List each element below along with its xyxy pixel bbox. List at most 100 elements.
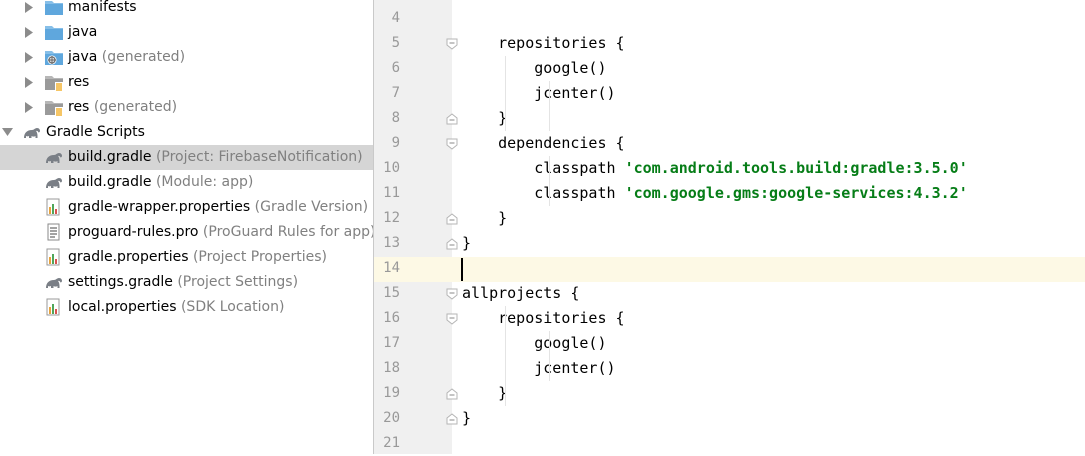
code-line[interactable]: google(): [462, 56, 606, 81]
fold-close-icon[interactable]: [446, 387, 458, 400]
tree-item-name: gradle-wrapper.properties: [68, 199, 251, 215]
fold-close-icon[interactable]: [446, 237, 458, 250]
tree-item-name: proguard-rules.pro: [68, 224, 199, 240]
gradle-icon: [44, 148, 64, 167]
line-number: 16: [383, 310, 400, 326]
tree-item-name: java: [68, 24, 98, 40]
tree-item[interactable]: gradle-wrapper.properties (Gradle Versio…: [0, 195, 373, 220]
code-line[interactable]: }: [462, 206, 507, 231]
tree-item-hint: (Project Settings): [177, 274, 299, 290]
tree-item-hint: (ProGuard Rules for app): [202, 224, 373, 240]
code-line[interactable]: jcenter(): [462, 81, 616, 106]
chevron-down-icon[interactable]: [2, 120, 14, 145]
tree-item-hint: (generated): [101, 49, 186, 65]
fold-open-icon[interactable]: [446, 287, 458, 300]
code-text: google(): [462, 334, 607, 352]
tree-item-label: local.properties (SDK Location): [68, 295, 284, 320]
fold-open-icon[interactable]: [446, 37, 458, 50]
fold-open-icon[interactable]: [446, 312, 458, 325]
code-line[interactable]: classpath 'com.android.tools.build:gradl…: [462, 156, 968, 181]
code-line[interactable]: }: [462, 381, 507, 406]
current-line-highlight: [374, 257, 1085, 282]
line-number: 10: [383, 160, 400, 176]
chevron-right-icon[interactable]: [24, 0, 36, 20]
tree-item[interactable]: build.gradle (Module: app): [0, 170, 373, 195]
chevron-right-icon[interactable]: [24, 95, 36, 120]
tree-item[interactable]: local.properties (SDK Location): [0, 295, 373, 320]
chevron-right-icon[interactable]: [24, 70, 36, 95]
text-caret: [461, 258, 463, 281]
tree-item-hint: (Module: app): [155, 174, 254, 190]
line-number: 13: [383, 235, 400, 251]
tree-item-name: res: [68, 74, 90, 90]
fold-close-icon[interactable]: [446, 412, 458, 425]
project-tree: manifests java java (generated) res res (gen…: [0, 0, 373, 454]
line-number: 12: [383, 210, 400, 226]
tree-item[interactable]: manifests: [0, 0, 373, 20]
code-text: classpath: [462, 159, 625, 177]
code-line[interactable]: repositories {: [462, 31, 624, 56]
tree-item-label: manifests: [68, 0, 137, 20]
fold-close-icon[interactable]: [446, 112, 458, 125]
line-number: 20: [383, 410, 400, 426]
tree-item-name: res: [68, 99, 90, 115]
tree-item-hint: (Gradle Version): [254, 199, 369, 215]
tree-item[interactable]: java (generated): [0, 45, 373, 70]
tree-item-name: manifests: [68, 0, 137, 15]
tree-item-label: java (generated): [68, 45, 185, 70]
line-number: 11: [383, 185, 400, 201]
code-line[interactable]: }: [462, 106, 507, 131]
text-file-icon: [44, 223, 64, 242]
chevron-right-icon[interactable]: [24, 45, 36, 70]
code-text: repositories {: [462, 309, 625, 327]
code-line[interactable]: }: [462, 231, 471, 256]
tree-item-label: gradle.properties (Project Properties): [68, 245, 327, 270]
tree-item-name: java: [68, 49, 98, 65]
code-line[interactable]: google(): [462, 331, 607, 356]
code-text: }: [462, 209, 508, 227]
line-number: 9: [391, 135, 400, 151]
line-number: 15: [383, 285, 400, 301]
code-text: }: [462, 109, 508, 127]
indent-guide: [549, 331, 550, 381]
tree-item[interactable]: res (generated): [0, 95, 373, 120]
folder-icon: [44, 23, 64, 42]
tree-item[interactable]: build.gradle (Project: FirebaseNotificat…: [0, 145, 373, 170]
line-number: 21: [383, 435, 400, 451]
properties-icon: [44, 298, 64, 317]
generated-folder-icon: [44, 48, 64, 67]
folder-icon: [44, 0, 64, 17]
tree-item-hint: (generated): [93, 99, 178, 115]
tree-item-hint: (SDK Location): [180, 299, 285, 315]
code-line[interactable]: jcenter(): [462, 356, 616, 381]
tree-item[interactable]: res: [0, 70, 373, 95]
res-folder-icon: [44, 98, 64, 117]
line-number: 4: [391, 10, 400, 26]
code-line[interactable]: repositories {: [462, 306, 625, 331]
tree-item-label: res: [68, 70, 89, 95]
line-number: 5: [391, 35, 400, 51]
code-text: allprojects {: [462, 284, 580, 302]
tree-item-name: build.gradle: [68, 174, 152, 190]
chevron-right-icon[interactable]: [24, 20, 36, 45]
tree-item[interactable]: proguard-rules.pro (ProGuard Rules for a…: [0, 220, 373, 245]
tree-item-name: build.gradle: [68, 149, 152, 165]
tree-item[interactable]: java: [0, 20, 373, 45]
indent-guide: [549, 156, 550, 206]
code-line[interactable]: }: [462, 406, 471, 431]
fold-close-icon[interactable]: [446, 212, 458, 225]
tree-item[interactable]: Gradle Scripts: [0, 120, 373, 145]
tree-item-label: java: [68, 20, 97, 45]
code-line[interactable]: classpath 'com.google.gms:google-service…: [462, 181, 968, 206]
gradle-icon: [44, 273, 64, 292]
line-number: 6: [391, 60, 400, 76]
code-line[interactable]: dependencies {: [462, 131, 624, 156]
code-line[interactable]: allprojects {: [462, 281, 579, 306]
code-text: jcenter(): [462, 84, 616, 102]
fold-open-icon[interactable]: [446, 137, 458, 150]
res-folder-icon: [44, 73, 64, 92]
tree-item[interactable]: settings.gradle (Project Settings): [0, 270, 373, 295]
tree-item[interactable]: gradle.properties (Project Properties): [0, 245, 373, 270]
code-text: jcenter(): [462, 359, 616, 377]
tree-item-label: build.gradle (Project: FirebaseNotificat…: [68, 145, 363, 170]
